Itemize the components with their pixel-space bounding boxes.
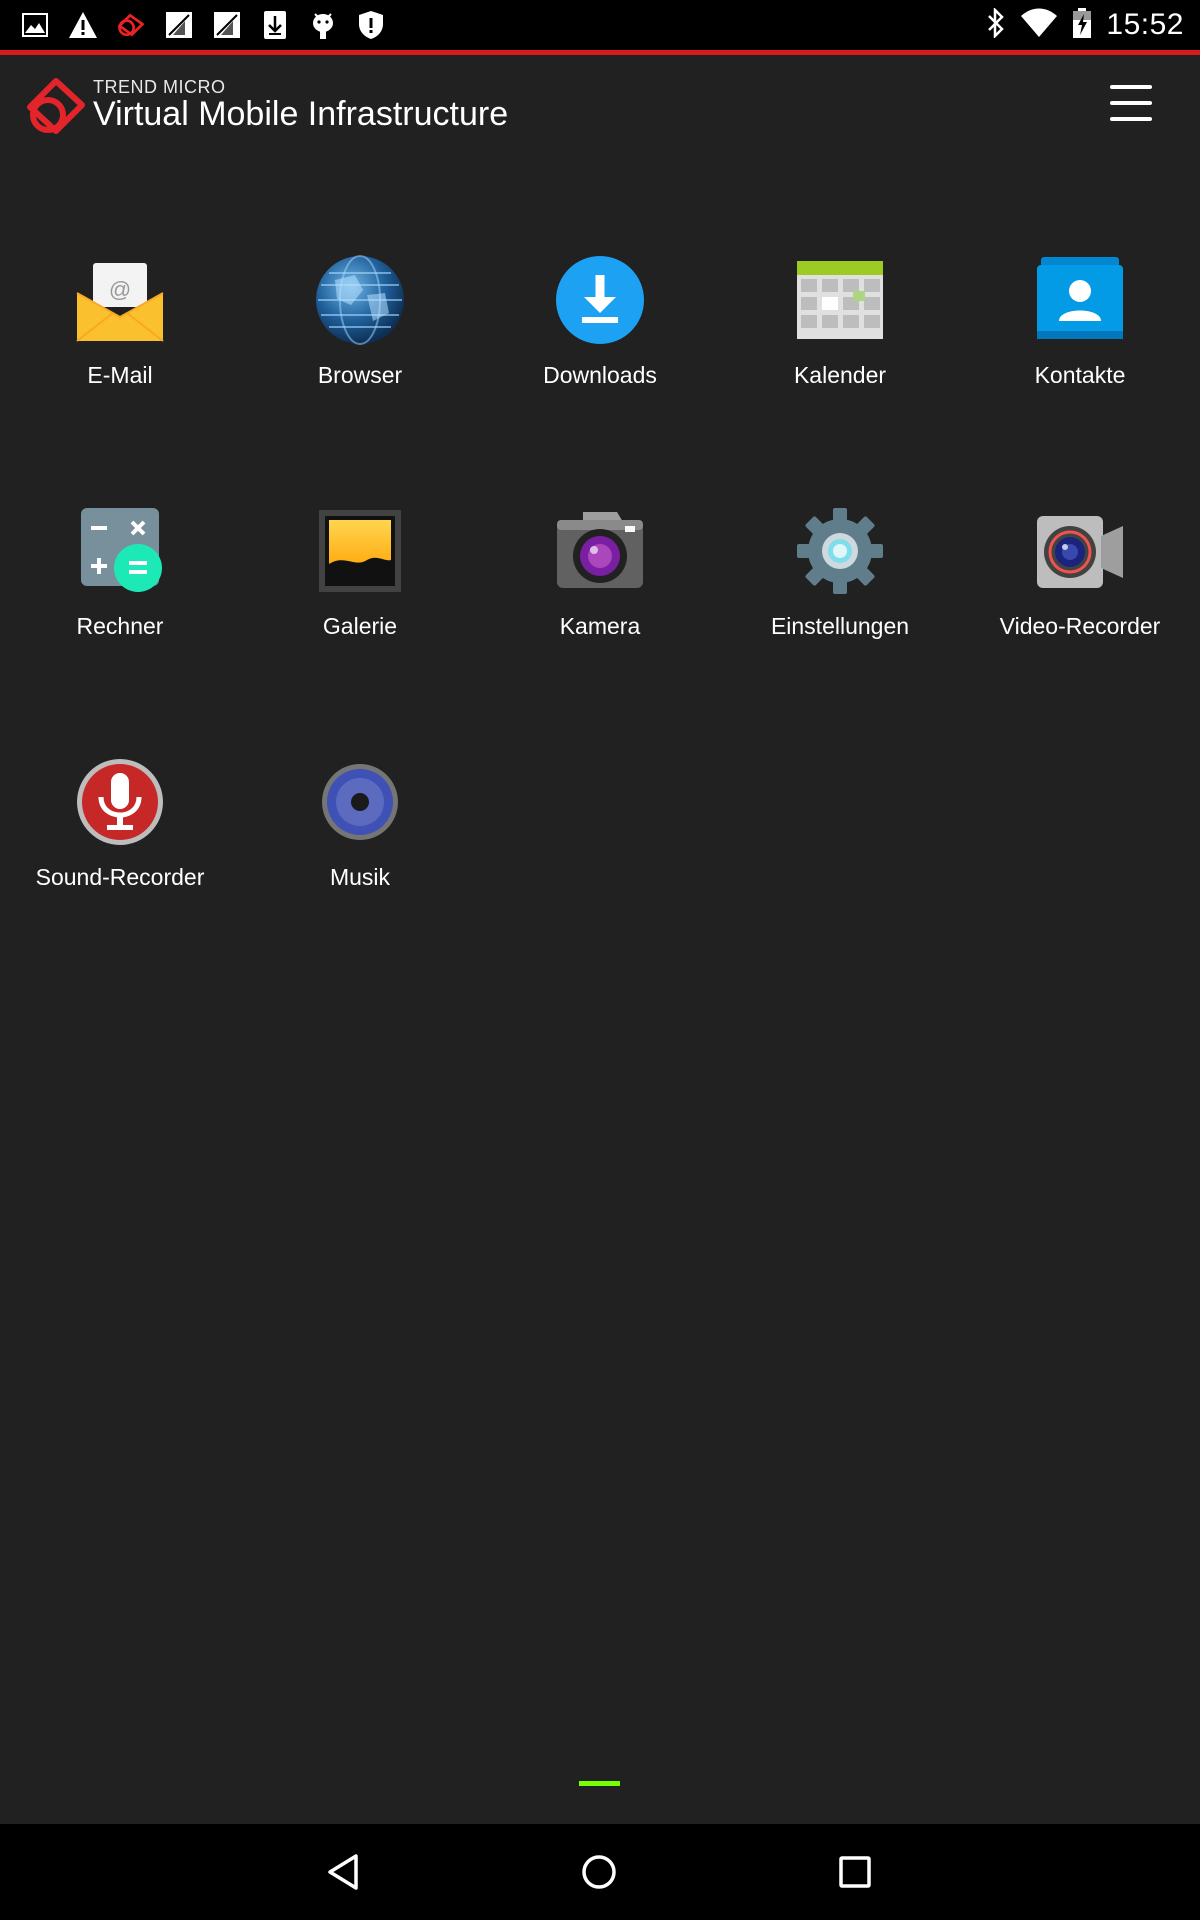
- app-label: Video-Recorder: [999, 613, 1161, 639]
- download-icon: [260, 10, 290, 40]
- app-label: Kontakte: [1034, 362, 1126, 388]
- wifi-icon: [1020, 8, 1058, 43]
- gallery-icon: [20, 10, 50, 40]
- app-label: Browser: [317, 362, 403, 388]
- app-video-recorder[interactable]: Video-Recorder: [960, 506, 1200, 666]
- navigation-bar: [0, 1824, 1200, 1920]
- app-label: Musik: [329, 864, 391, 890]
- status-bar: 15:52: [0, 0, 1200, 50]
- app-bar: TREND MICRO Virtual Mobile Infrastructur…: [0, 55, 1200, 155]
- email-icon: @: [75, 255, 165, 345]
- gallery-icon: [315, 506, 405, 596]
- app-label: Galerie: [322, 613, 398, 639]
- settings-gear-icon: [795, 506, 885, 596]
- app-calculator[interactable]: Rechner: [0, 506, 240, 666]
- app-label: E-Mail: [87, 362, 153, 388]
- app-contacts[interactable]: Kontakte: [960, 255, 1200, 415]
- bluetooth-icon: [986, 6, 1006, 43]
- back-icon[interactable]: [319, 1847, 369, 1897]
- app-label: Kalender: [793, 362, 887, 388]
- camera-icon: [555, 506, 645, 596]
- app-calendar[interactable]: Kalender: [720, 255, 960, 415]
- app-email[interactable]: @ E-Mail: [0, 255, 240, 415]
- app-sound-recorder[interactable]: Sound-Recorder: [0, 757, 240, 917]
- battery-charging-icon: [1072, 7, 1092, 44]
- system-icons: 15:52: [986, 6, 1184, 44]
- app-label: Sound-Recorder: [35, 864, 205, 890]
- app-label: Kamera: [559, 613, 641, 639]
- app-gallery[interactable]: Galerie: [240, 506, 480, 666]
- browser-globe-icon: [315, 255, 405, 345]
- speaker-icon: [315, 757, 405, 847]
- android-debug-icon: [308, 10, 338, 40]
- home-icon[interactable]: [574, 1847, 624, 1897]
- app-title: Virtual Mobile Infrastructure: [93, 95, 509, 133]
- microphone-icon: [75, 757, 165, 847]
- shield-icon: [356, 10, 386, 40]
- app-music[interactable]: Musik: [240, 757, 480, 917]
- app-camera[interactable]: Kamera: [480, 506, 720, 666]
- app-downloads[interactable]: Downloads: [480, 255, 720, 415]
- clock: 15:52: [1106, 8, 1184, 41]
- svg-text:@: @: [109, 277, 131, 302]
- app-label: Downloads: [543, 362, 657, 388]
- trend-micro-logo: [22, 75, 88, 137]
- app-label: Rechner: [76, 613, 164, 639]
- no-signal-icon: [212, 10, 242, 40]
- page-indicator: [579, 1781, 620, 1786]
- warning-icon: [68, 10, 98, 40]
- calculator-icon: [75, 506, 165, 596]
- calendar-icon: [795, 255, 885, 345]
- notification-icons: [20, 8, 386, 42]
- downloads-icon: [555, 255, 645, 345]
- app-label: Einstellungen: [770, 613, 910, 639]
- contacts-icon: [1035, 255, 1125, 345]
- recents-icon[interactable]: [830, 1847, 880, 1897]
- menu-icon[interactable]: [1110, 85, 1154, 129]
- no-signal-icon: [164, 10, 194, 40]
- app-browser[interactable]: Browser: [240, 255, 480, 415]
- video-camera-icon: [1035, 506, 1125, 596]
- app-settings[interactable]: Einstellungen: [720, 506, 960, 666]
- trend-micro-icon: [116, 10, 146, 40]
